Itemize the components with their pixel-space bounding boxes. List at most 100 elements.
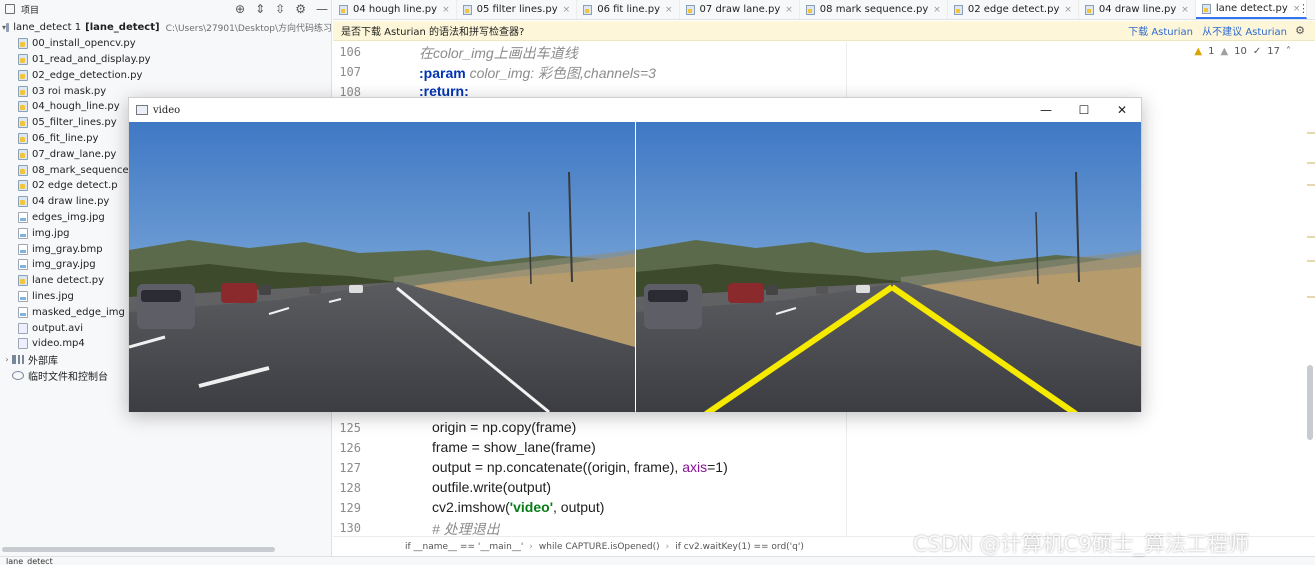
- close-tab-icon[interactable]: ×: [1064, 5, 1072, 15]
- tree-file-item[interactable]: 00_install_opencv.py: [0, 36, 331, 52]
- close-tab-icon[interactable]: ×: [933, 5, 941, 15]
- breadcrumb-item[interactable]: if __name__ == '__main__': [405, 542, 523, 552]
- python-file-icon: [18, 132, 28, 144]
- code-line[interactable]: :param color_img: 彩色图,channels=3: [419, 63, 656, 83]
- editor-tab[interactable]: lane detect.py ×: [1195, 0, 1308, 19]
- editor-tab-bar: 04 hough line.py × 05 filter lines.py × 06 f…: [333, 0, 1315, 20]
- gear-icon[interactable]: ⚙: [1295, 24, 1305, 37]
- breadcrumb-item[interactable]: if cv2.waitKey(1) == ord('q'): [675, 542, 804, 552]
- python-file-icon: [18, 164, 28, 176]
- editor-vertical-scrollbar[interactable]: [1307, 365, 1313, 440]
- tab-bar-actions: ⋮: [1298, 2, 1309, 15]
- project-horizontal-scrollbar[interactable]: [2, 547, 275, 552]
- python-file-icon: [462, 4, 472, 15]
- python-file-icon: [18, 101, 28, 113]
- download-dictionary-link[interactable]: 下载 Asturian: [1128, 23, 1193, 38]
- tab-label: 07 draw lane.py: [699, 4, 781, 15]
- code-line[interactable]: cv2.imshow('video', output): [432, 499, 604, 515]
- tree-file-label: 08_mark_sequence: [32, 164, 129, 176]
- editor-tab[interactable]: 06 fit line.py ×: [577, 0, 680, 19]
- tree-file-item[interactable]: 01_read_and_display.py: [0, 52, 331, 68]
- error-stripe-mark[interactable]: [1307, 236, 1315, 238]
- tree-file-label: lines.jpg: [32, 290, 74, 302]
- root-module-name: [lane_detect]: [85, 22, 160, 34]
- breadcrumb-item[interactable]: while CAPTURE.isOpened(): [539, 542, 660, 552]
- collapse-all-icon[interactable]: ⇳: [275, 2, 285, 16]
- python-file-icon: [583, 4, 593, 15]
- code-line[interactable]: output = np.concatenate((origin, frame),…: [432, 459, 728, 475]
- image-file-icon: [18, 259, 28, 271]
- status-project-name: lane_detect: [6, 557, 53, 565]
- close-tab-icon[interactable]: ×: [1181, 5, 1189, 15]
- close-tab-icon[interactable]: ×: [785, 5, 793, 15]
- editor-tab[interactable]: 02 edge detect.py ×: [948, 0, 1079, 19]
- tree-file-label: masked_edge_img: [32, 306, 125, 318]
- python-file-icon: [18, 196, 28, 208]
- error-stripe-mark[interactable]: [1307, 132, 1315, 134]
- code-segment: =1): [707, 459, 728, 475]
- python-file-icon: [18, 85, 28, 97]
- tab-label: 08 mark sequence.py: [819, 4, 929, 15]
- tab-label: 04 hough line.py: [353, 4, 438, 15]
- target-icon[interactable]: ⊕: [235, 2, 245, 16]
- error-stripe-mark[interactable]: [1307, 260, 1315, 262]
- gear-icon[interactable]: ⚙: [295, 2, 306, 16]
- code-line[interactable]: outfile.write(output): [432, 479, 551, 495]
- editor-tab[interactable]: 07 draw lane.py ×: [680, 0, 800, 19]
- editor-tab[interactable]: 04 draw line.py ×: [1079, 0, 1196, 19]
- maximize-button[interactable]: ☐: [1065, 98, 1103, 122]
- tree-file-item[interactable]: 02_edge_detection.py: [0, 67, 331, 83]
- python-file-icon: [953, 4, 963, 15]
- python-file-icon: [1084, 4, 1094, 15]
- ignore-suggestion-link[interactable]: 从不建议 Asturian: [1202, 23, 1287, 38]
- tree-root-folder[interactable]: ▾ lane_detect 1 [lane_detect] C:\Users\2…: [0, 20, 331, 36]
- code-line[interactable]: 在color_img上画出车道线: [419, 43, 578, 63]
- image-file-icon: [18, 211, 28, 223]
- chevron-right-icon[interactable]: ›: [2, 355, 12, 364]
- line-number: 107: [339, 65, 361, 79]
- video-window[interactable]: video — ☐ ✕: [128, 97, 1142, 412]
- editor-tab[interactable]: 04 hough line.py ×: [333, 0, 457, 19]
- minimize-icon[interactable]: —: [316, 2, 328, 16]
- video-frame: [129, 122, 1141, 412]
- code-line[interactable]: origin = np.copy(frame): [432, 419, 576, 435]
- root-folder-name: lane_detect 1: [13, 22, 82, 34]
- close-button[interactable]: ✕: [1103, 98, 1141, 122]
- expand-all-icon[interactable]: ⇕: [255, 2, 265, 16]
- image-file-icon: [18, 243, 28, 255]
- error-stripe-mark[interactable]: [1307, 296, 1315, 298]
- error-stripe-mark[interactable]: [1307, 162, 1315, 164]
- python-file-icon: [1201, 3, 1211, 14]
- close-tab-icon[interactable]: ×: [665, 5, 673, 15]
- image-file-icon: [18, 306, 28, 318]
- project-toolbar: ⊕ ⇕ ⇳ ⚙ —: [235, 2, 328, 16]
- inspection-widget[interactable]: ▲ 1 ▲ 10 ✓ 17 ˄: [1194, 46, 1291, 57]
- minimize-button[interactable]: —: [1027, 98, 1065, 122]
- keyword-argument: axis: [682, 459, 708, 475]
- tree-file-label: 02_edge_detection.py: [32, 69, 143, 81]
- tree-file-label: img.jpg: [32, 227, 70, 239]
- window-titlebar[interactable]: video — ☐ ✕: [129, 98, 1141, 122]
- weak-warning-icon: ▲: [1220, 46, 1229, 57]
- close-tab-icon[interactable]: ×: [442, 5, 450, 15]
- video-file-icon: [18, 338, 28, 350]
- tree-file-label: lane detect.py: [32, 275, 105, 287]
- code-line[interactable]: frame = show_lane(frame): [432, 439, 596, 455]
- close-tab-icon[interactable]: ×: [563, 5, 571, 15]
- project-panel-title[interactable]: 项目: [21, 3, 39, 16]
- tree-file-label: 02 edge detect.p: [32, 180, 118, 192]
- python-file-icon: [805, 4, 815, 15]
- editor-tab[interactable]: 08 mark sequence.py ×: [800, 0, 948, 19]
- watermark: CSDN @计算机C9硕士_算法工程师: [913, 532, 1250, 556]
- chevron-up-icon[interactable]: ˄: [1286, 46, 1291, 57]
- line-number: 129: [339, 501, 361, 515]
- editor-tab[interactable]: 05 filter lines.py ×: [457, 0, 578, 19]
- python-file-icon: [18, 69, 28, 81]
- python-file-icon: [339, 4, 348, 15]
- more-tabs-icon[interactable]: ⋮: [1298, 2, 1309, 15]
- error-stripe-mark[interactable]: [1307, 184, 1315, 186]
- tree-file-label: 01_read_and_display.py: [32, 53, 151, 65]
- video-canvas: [129, 122, 1141, 412]
- original-frame: [129, 122, 636, 412]
- weak-warning-count: 10: [1234, 46, 1247, 57]
